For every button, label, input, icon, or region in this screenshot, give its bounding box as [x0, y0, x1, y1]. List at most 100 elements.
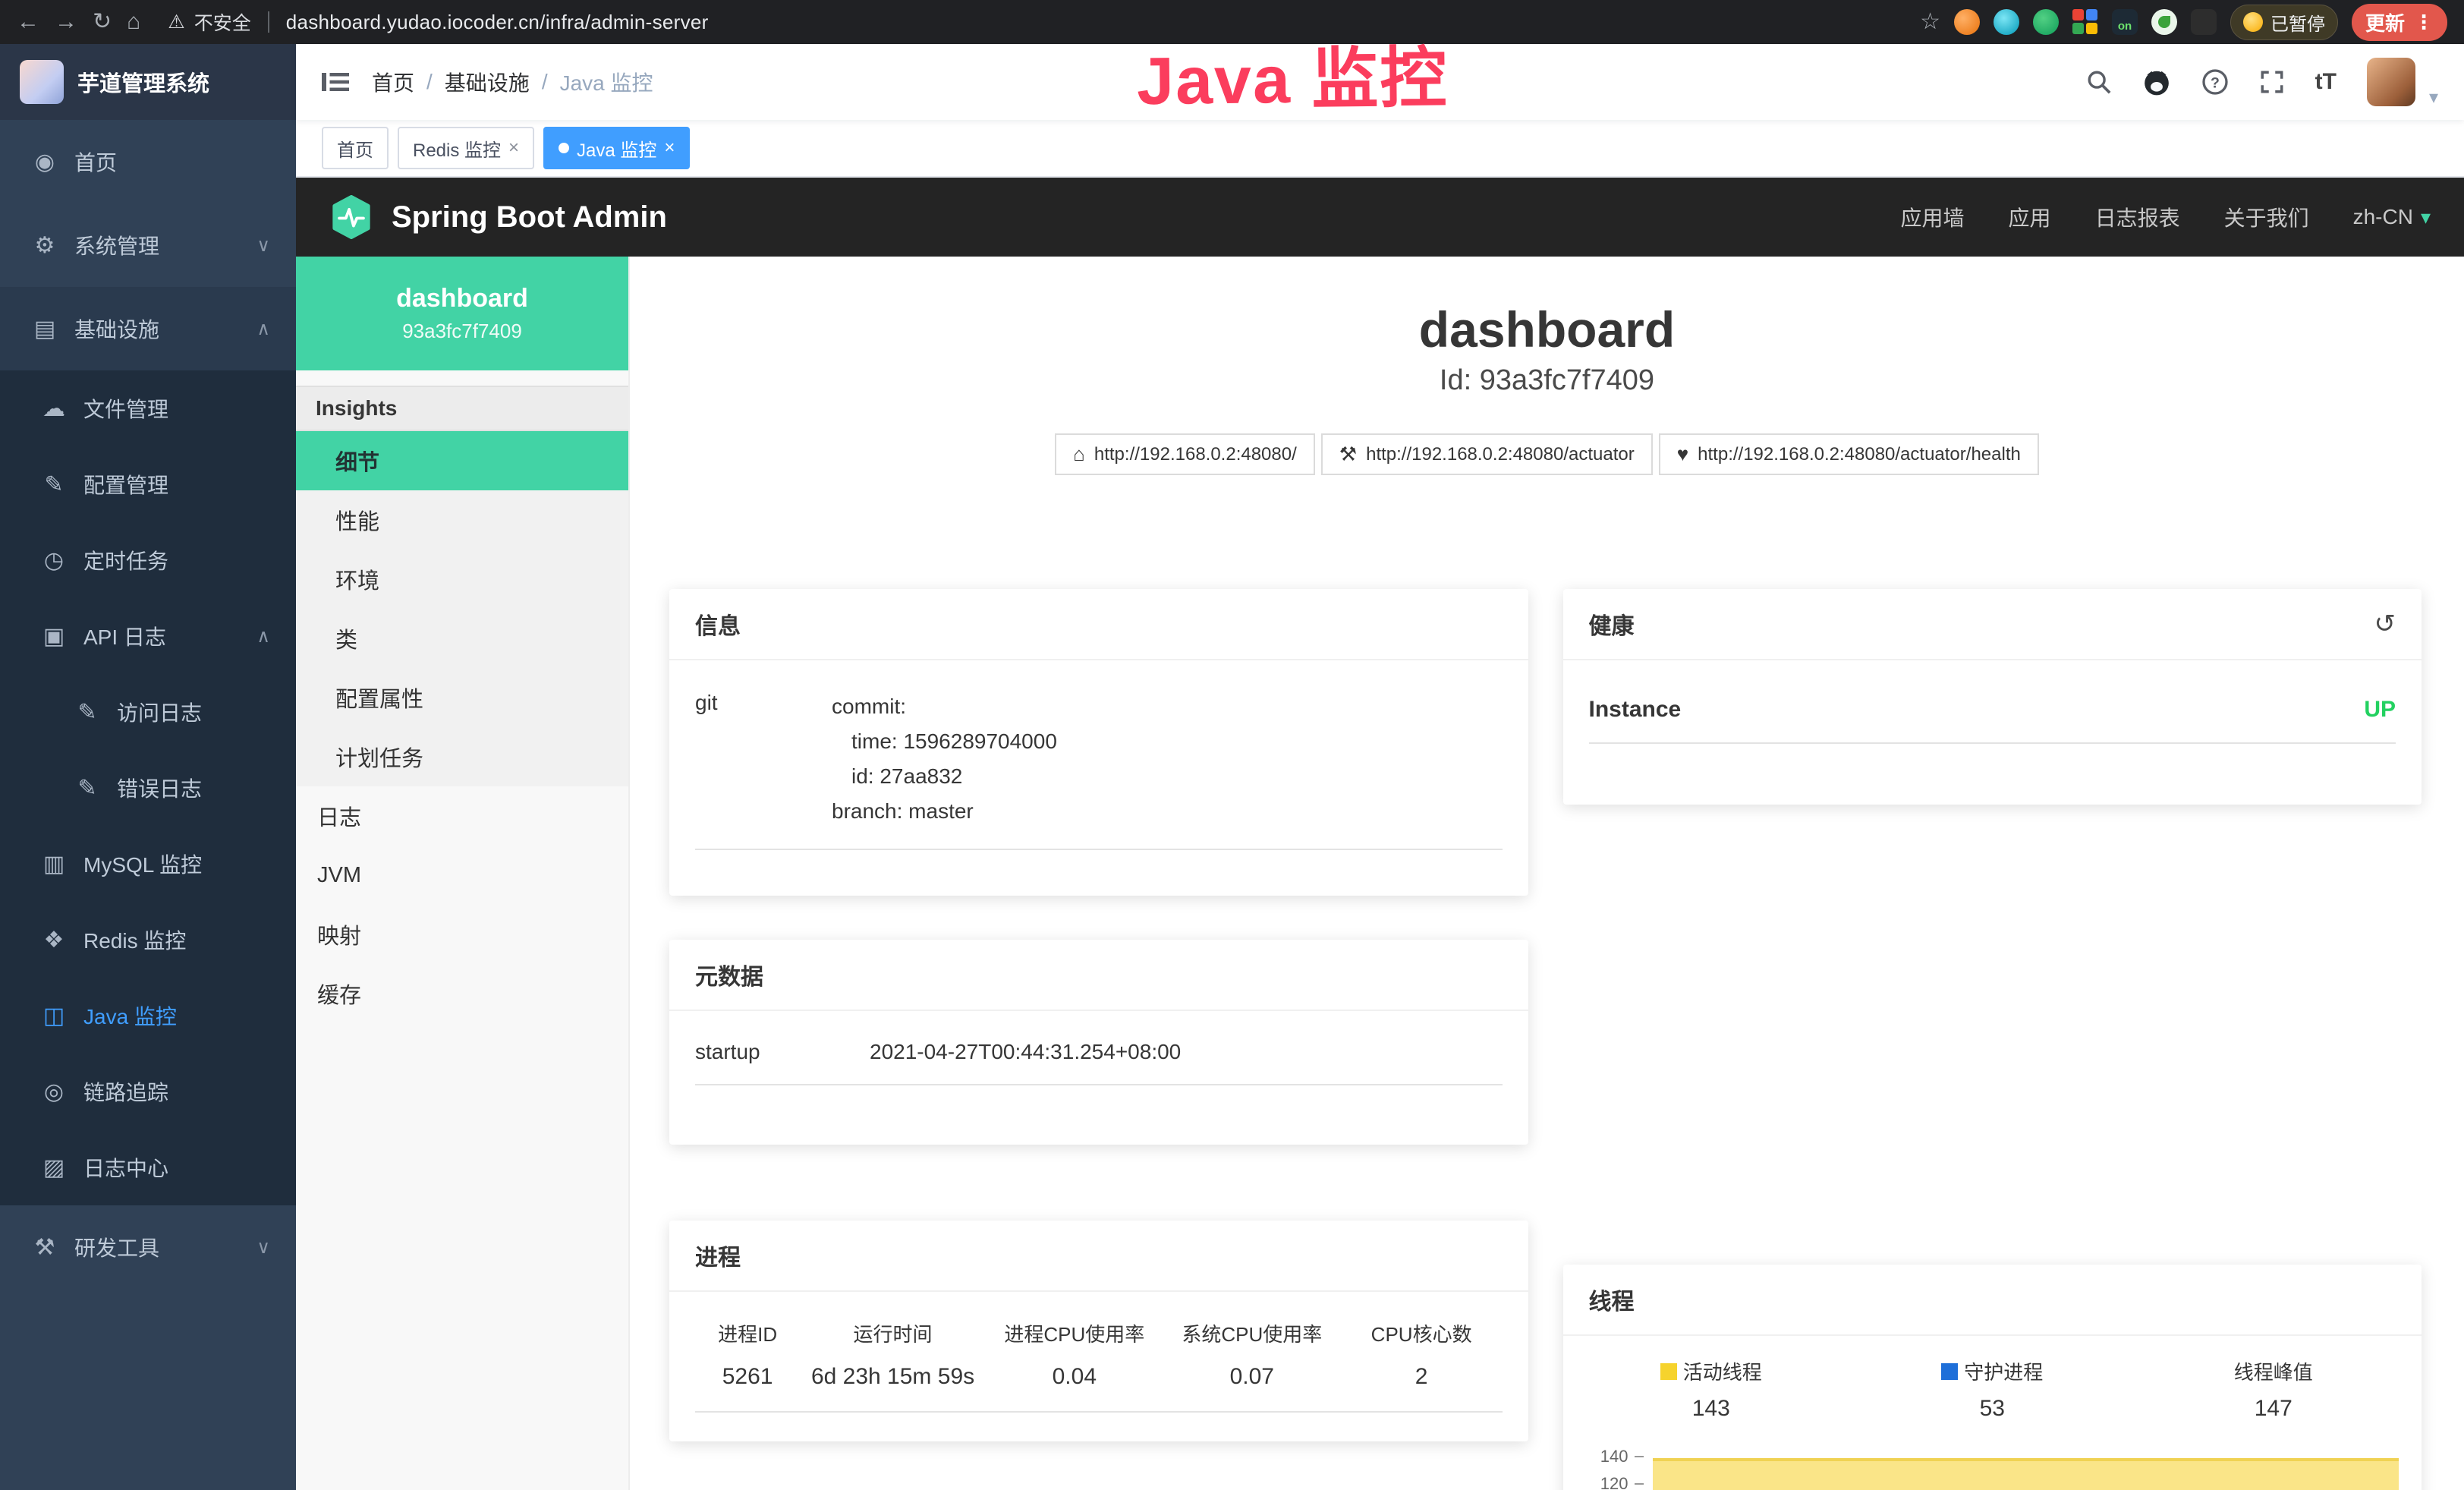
sba-item-config-props[interactable]: 配置属性	[296, 668, 628, 727]
sba-item-metrics[interactable]: 性能	[296, 490, 628, 550]
info-card: 信息 git commit: time: 1596289704000 id: 2…	[669, 589, 1528, 896]
sba-item-scheduled-tasks[interactable]: 计划任务	[296, 727, 628, 786]
extension-icon-drop[interactable]	[1994, 9, 2019, 35]
url-text[interactable]: dashboard.yudao.iocoder.cn/infra/admin-s…	[286, 11, 709, 34]
sidebar-item-infra[interactable]: ▤ 基础设施 ∧	[0, 287, 296, 370]
hamburger-icon[interactable]	[322, 70, 349, 94]
sidebar-item-label: 配置管理	[83, 469, 168, 499]
extension-icon-on[interactable]: on	[2112, 9, 2138, 35]
cell-value: 6d 23h 15m 59s	[800, 1352, 986, 1394]
close-icon[interactable]: ×	[664, 137, 675, 159]
health-instance-row[interactable]: Instance UP	[1589, 697, 2396, 744]
help-icon[interactable]: ?	[2201, 68, 2229, 96]
sidebar-item-java-monitor[interactable]: ◫ Java 监控	[0, 978, 296, 1054]
update-button[interactable]: 更新 ⋮	[2352, 4, 2447, 41]
sidebar-item-label: Java 监控	[83, 1000, 177, 1031]
font-size-icon[interactable]: tT	[2315, 69, 2337, 95]
extension-icon-green[interactable]	[2033, 9, 2059, 35]
breadcrumb-home[interactable]: 首页	[372, 67, 414, 97]
card-title: 线程	[1589, 1283, 1635, 1316]
sba-nav-journal[interactable]: 日志报表	[2095, 202, 2180, 232]
sidebar-item-error-log[interactable]: ✎ 错误日志	[0, 750, 296, 826]
actuator-url: http://192.168.0.2:48080/actuator	[1366, 444, 1635, 465]
health-url-button[interactable]: ♥ http://192.168.0.2:48080/actuator/heal…	[1659, 433, 2039, 475]
sba-item-caches[interactable]: 缓存	[296, 964, 628, 1023]
process-card: 进程 进程ID 运行时间 进程CPU使用率 系统CPU使用率 CPU核心数	[669, 1221, 1528, 1441]
sba-app-header[interactable]: dashboard 93a3fc7f7409	[296, 257, 628, 370]
app-title: 芋道管理系统	[77, 66, 209, 98]
close-icon[interactable]: ×	[508, 137, 519, 159]
caret-down-icon: ▾	[2421, 206, 2431, 229]
reload-icon[interactable]: ↻	[93, 11, 112, 33]
sidebar-item-mysql-monitor[interactable]: ▥ MySQL 监控	[0, 826, 296, 902]
spring-boot-admin-logo	[329, 195, 373, 239]
extension-icon-leaf[interactable]	[2151, 9, 2177, 35]
star-icon[interactable]: ☆	[1920, 11, 1940, 33]
sidebar-item-access-log[interactable]: ✎ 访问日志	[0, 674, 296, 750]
sidebar-item-dev-tools[interactable]: ⚒ 研发工具 ∨	[0, 1205, 296, 1289]
legend-label: 守护进程	[1964, 1357, 2043, 1385]
sba-nav: 应用墙 应用 日志报表 关于我们 zh-CN ▾	[1901, 202, 2431, 232]
svg-text:?: ?	[2211, 75, 2220, 92]
sidebar-logo[interactable]: 芋道管理系统	[0, 44, 296, 120]
sba-brand-title[interactable]: Spring Boot Admin	[392, 200, 667, 235]
fullscreen-icon[interactable]	[2259, 69, 2285, 95]
sba-item-details[interactable]: 细节	[296, 431, 628, 490]
dashboard-icon: ◉	[30, 149, 59, 175]
sba-item-jvm[interactable]: JVM	[296, 846, 628, 905]
sidebar-item-label: 首页	[74, 146, 117, 177]
service-url-button[interactable]: ⌂ http://192.168.0.2:48080/	[1055, 433, 1315, 475]
sba-nav-wallboard[interactable]: 应用墙	[1901, 202, 1965, 232]
y-tick-label: 140	[1600, 1447, 1629, 1466]
extension-icon-fox[interactable]	[1954, 9, 1980, 35]
tab-java-monitor[interactable]: Java 监控 ×	[543, 127, 690, 169]
home-icon[interactable]: ⌂	[127, 11, 140, 33]
back-icon[interactable]: ←	[17, 11, 39, 33]
tab-home[interactable]: 首页	[322, 127, 389, 169]
card-title: 元数据	[695, 958, 763, 991]
sidebar-item-home[interactable]: ◉ 首页	[0, 120, 296, 203]
sba-item-mappings[interactable]: 映射	[296, 905, 628, 964]
sba-item-environment[interactable]: 环境	[296, 550, 628, 609]
paused-badge[interactable]: 已暂停	[2230, 5, 2338, 40]
extensions-puzzle-icon[interactable]	[2191, 9, 2217, 35]
chart-plot-area	[1653, 1447, 2399, 1490]
metadata-card: 元数据 startup 2021-04-27T00:44:31.254+08:0…	[669, 940, 1528, 1145]
warning-icon: ⚠	[168, 11, 184, 33]
github-icon[interactable]	[2142, 68, 2171, 96]
history-icon[interactable]: ↺	[2374, 609, 2396, 639]
sidebar-item-file-mgmt[interactable]: ☁ 文件管理	[0, 370, 296, 446]
sidebar-item-label: 错误日志	[117, 773, 202, 803]
sidebar-item-config-mgmt[interactable]: ✎ 配置管理	[0, 446, 296, 522]
log-icon: ▣	[39, 623, 68, 650]
chevron-up-icon: ∧	[256, 318, 270, 340]
sba-app-id: 93a3fc7f7409	[402, 320, 522, 343]
sidebar-item-api-logs[interactable]: ▣ API 日志 ∧	[0, 598, 296, 674]
instance-links: ⌂ http://192.168.0.2:48080/ ⚒ http://192…	[630, 433, 2464, 475]
tab-redis-monitor[interactable]: Redis 监控 ×	[398, 127, 534, 169]
sidebar-item-scheduled-jobs[interactable]: ◷ 定时任务	[0, 522, 296, 598]
gear-icon: ⚙	[30, 232, 59, 259]
sidebar-item-redis-monitor[interactable]: ❖ Redis 监控	[0, 902, 296, 978]
caret-down-icon: ▾	[2429, 87, 2438, 109]
sba-item-classes[interactable]: 类	[296, 609, 628, 668]
actuator-url-button[interactable]: ⚒ http://192.168.0.2:48080/actuator	[1321, 433, 1653, 475]
breadcrumb-infra[interactable]: 基础设施	[445, 67, 530, 97]
menu-dots-icon[interactable]: ⋮	[2414, 11, 2434, 34]
url-bar[interactable]: ⚠ 不安全 dashboard.yudao.iocoder.cn/infra/a…	[168, 8, 708, 36]
sba-nav-applications[interactable]: 应用	[2009, 202, 2051, 232]
sba-nav-about[interactable]: 关于我们	[2224, 202, 2309, 232]
user-avatar[interactable]	[2367, 58, 2415, 106]
sba-sidebar: dashboard 93a3fc7f7409 Insights 细节 性能 环境…	[296, 257, 630, 1490]
tab-label: 首页	[337, 135, 373, 162]
forward-icon[interactable]: →	[55, 11, 77, 33]
search-icon[interactable]	[2086, 69, 2112, 95]
startup-value: 2021-04-27T00:44:31.254+08:00	[870, 1040, 1181, 1064]
sidebar-item-tracing[interactable]: ◎ 链路追踪	[0, 1054, 296, 1129]
clock-icon: ◷	[39, 547, 68, 574]
sidebar-item-log-center[interactable]: ▨ 日志中心	[0, 1129, 296, 1205]
sba-item-logs[interactable]: 日志	[296, 786, 628, 846]
extension-icon-grid[interactable]	[2072, 9, 2098, 35]
sba-language-select[interactable]: zh-CN ▾	[2353, 205, 2431, 229]
sidebar-item-system[interactable]: ⚙ 系统管理 ∨	[0, 203, 296, 287]
